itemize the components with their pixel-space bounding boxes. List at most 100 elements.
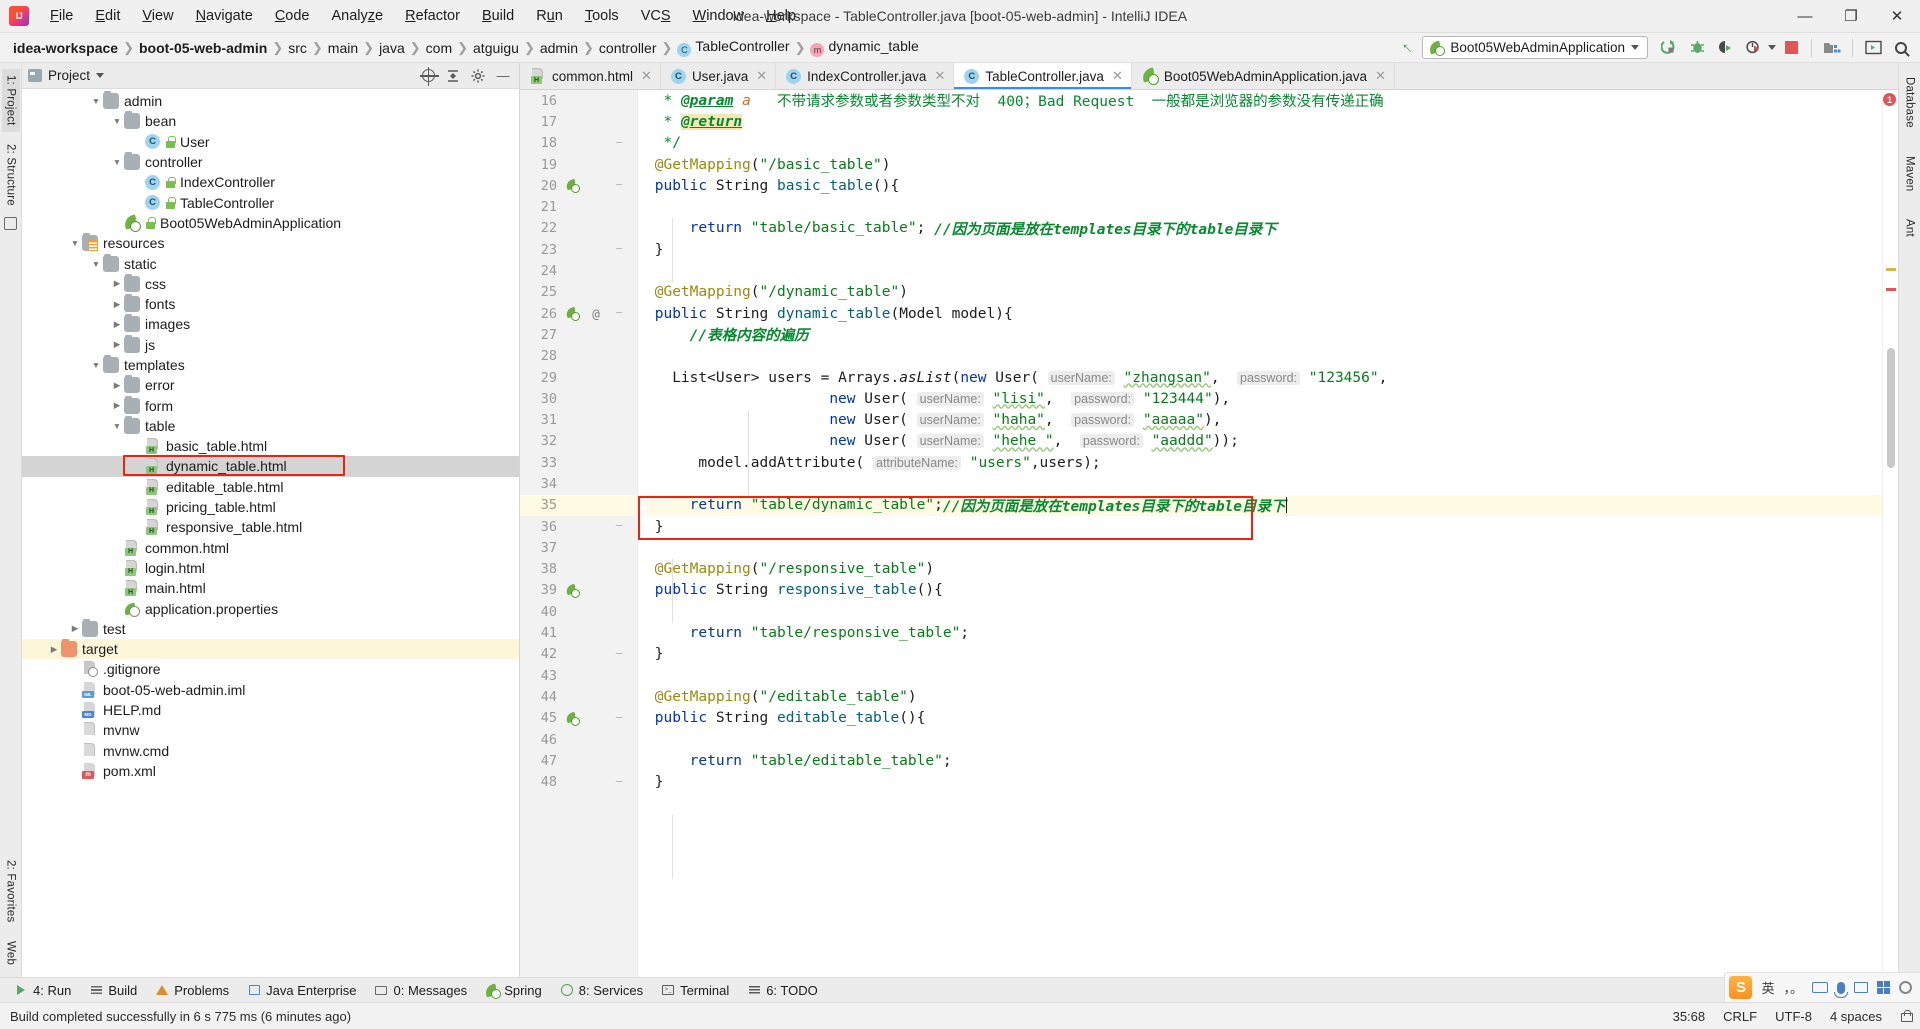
tool-java-enterprise[interactable]: Java Enterprise (239, 981, 364, 1000)
chevron-right-icon[interactable]: ▶ (110, 299, 124, 310)
debug-icon[interactable] (1684, 36, 1710, 60)
menu-navigate[interactable]: Navigate (185, 4, 264, 28)
chevron-right-icon[interactable]: ▶ (110, 319, 124, 330)
tool-build[interactable]: Build (81, 981, 145, 1000)
editor-tab-boot05webadminapplication-java[interactable]: Boot05WebAdminApplication.java✕ (1132, 63, 1395, 89)
close-icon[interactable]: ✕ (756, 68, 767, 84)
tree-node-user[interactable]: User (22, 132, 519, 152)
ime-punctuation[interactable]: ，。 (1783, 978, 1803, 997)
tree-node-boot-05-web-admin-iml[interactable]: boot-05-web-admin.iml (22, 680, 519, 700)
code-fold-icon[interactable]: ─ (608, 777, 630, 788)
tree-node-form[interactable]: ▶form (22, 395, 519, 415)
chevron-right-icon[interactable]: ▶ (110, 380, 124, 391)
editor-tab-indexcontroller-java[interactable]: IndexController.java✕ (776, 63, 954, 89)
rail-maven[interactable]: Maven (1901, 150, 1919, 198)
menu-edit[interactable]: Edit (84, 4, 131, 28)
tree-node-help-md[interactable]: HELP.md (22, 700, 519, 720)
locate-file-icon[interactable] (420, 68, 436, 84)
rail-project[interactable]: 1: Project (2, 69, 20, 132)
maximize-button[interactable]: ❐ (1828, 0, 1874, 33)
code-fold-icon[interactable]: ─ (608, 308, 630, 319)
code-fold-icon[interactable]: ─ (608, 138, 630, 149)
rail-extra-icon[interactable] (4, 217, 17, 230)
menu-view[interactable]: View (131, 4, 184, 28)
breadcrumb-item-3[interactable]: main (325, 39, 361, 57)
tree-node-table[interactable]: ▼table (22, 416, 519, 436)
tree-node-mvnw-cmd[interactable]: mvnw.cmd (22, 741, 519, 761)
ide-settings-icon[interactable] (1860, 36, 1886, 60)
tool-problems[interactable]: Problems (147, 981, 237, 1000)
error-count-badge[interactable]: 1 (1883, 93, 1896, 106)
tree-node--gitignore[interactable]: .gitignore (22, 659, 519, 679)
breadcrumb-item-2[interactable]: src (285, 39, 310, 57)
breadcrumb-item-6[interactable]: atguigu (470, 39, 522, 57)
menu-tools[interactable]: Tools (574, 4, 630, 28)
tool-services[interactable]: 8: Services (552, 981, 651, 1000)
tree-node-basic_table-html[interactable]: basic_table.html (22, 436, 519, 456)
tree-node-boot05webadminapplication[interactable]: Boot05WebAdminApplication (22, 213, 519, 233)
chevron-down-icon[interactable]: ▼ (89, 259, 103, 269)
tree-node-login-html[interactable]: login.html (22, 558, 519, 578)
run-method-gutter-icon[interactable] (560, 307, 584, 320)
tree-node-controller[interactable]: ▼controller (22, 152, 519, 172)
code-fold-icon[interactable]: ─ (608, 521, 630, 532)
code-fold-icon[interactable]: ─ (608, 713, 630, 724)
breadcrumb-item-8[interactable]: controller (596, 39, 660, 57)
microphone-icon[interactable] (1837, 982, 1845, 994)
rail-favorites[interactable]: 2: Favorites (2, 854, 20, 928)
close-icon[interactable]: ✕ (1112, 68, 1123, 84)
line-separator[interactable]: CRLF (1723, 1009, 1757, 1024)
code-fold-icon[interactable]: ─ (608, 180, 630, 191)
breadcrumb-item-1[interactable]: boot-05-web-admin (136, 39, 270, 57)
tool-terminal[interactable]: >_Terminal (653, 981, 737, 1000)
hide-panel-icon[interactable]: — (495, 68, 511, 84)
tree-node-pricing_table-html[interactable]: pricing_table.html (22, 497, 519, 517)
project-structure-icon[interactable] (1819, 36, 1845, 60)
build-arrow-icon[interactable]: ↑ (1392, 32, 1423, 63)
menu-run[interactable]: Run (525, 4, 574, 28)
menu-build[interactable]: Build (471, 4, 525, 28)
chevron-right-icon[interactable]: ▶ (47, 644, 61, 655)
tool-messages[interactable]: 0: Messages (366, 981, 475, 1000)
rail-ant[interactable]: Ant (1901, 213, 1919, 243)
menu-analyze[interactable]: Analyze (321, 4, 395, 28)
chevron-down-icon[interactable]: ▼ (110, 157, 124, 167)
chevron-right-icon[interactable]: ▶ (68, 623, 82, 634)
close-button[interactable]: ✕ (1874, 0, 1920, 33)
screenshot-icon[interactable] (1854, 982, 1868, 993)
warning-marker[interactable] (1886, 268, 1896, 271)
run-configuration-selector[interactable]: Boot05WebAdminApplication (1422, 36, 1648, 59)
chevron-down-icon[interactable] (96, 73, 104, 78)
collapse-all-icon[interactable] (445, 68, 461, 84)
tree-node-indexcontroller[interactable]: IndexController (22, 172, 519, 192)
minimize-button[interactable]: — (1782, 0, 1828, 33)
tree-node-mvnw[interactable]: mvnw (22, 720, 519, 740)
breadcrumb-item-5[interactable]: com (423, 39, 455, 57)
editor-scrollbar[interactable]: 1 (1882, 90, 1898, 977)
chevron-down-icon[interactable]: ▼ (110, 421, 124, 431)
editor-tab-common-html[interactable]: common.html✕ (520, 63, 661, 89)
chevron-down-icon[interactable]: ▼ (89, 96, 103, 106)
chevron-down-icon[interactable]: ▼ (68, 238, 82, 248)
rail-database[interactable]: Database (1901, 71, 1919, 134)
tree-node-bean[interactable]: ▼bean (22, 111, 519, 131)
menu-window[interactable]: Window (682, 4, 756, 28)
settings-icon[interactable] (1899, 981, 1912, 994)
search-everywhere-icon[interactable] (1888, 36, 1914, 60)
run-icon[interactable] (1656, 36, 1682, 60)
close-icon[interactable]: ✕ (934, 68, 945, 84)
menu-help[interactable]: Help (755, 4, 807, 28)
menu-refactor[interactable]: Refactor (394, 4, 471, 28)
rail-web[interactable]: Web (2, 935, 20, 971)
rail-structure[interactable]: 2: Structure (2, 138, 20, 212)
code-content[interactable]: * @param a 不带请求参数或者参数类型不对 400；Bad Reques… (638, 90, 1882, 977)
scrollbar-thumb[interactable] (1887, 348, 1895, 468)
sogou-ime-icon[interactable]: S (1729, 976, 1752, 999)
lock-icon[interactable] (1900, 1009, 1912, 1023)
run-method-gutter-icon[interactable] (560, 712, 584, 725)
menu-vcs[interactable]: VCS (630, 4, 682, 28)
breadcrumb-item-9[interactable]: CTableController (674, 37, 792, 58)
tree-node-fonts[interactable]: ▶fonts (22, 294, 519, 314)
breadcrumb-item-10[interactable]: mdynamic_table (807, 37, 921, 58)
breadcrumb-item-0[interactable]: idea-workspace (10, 39, 121, 57)
